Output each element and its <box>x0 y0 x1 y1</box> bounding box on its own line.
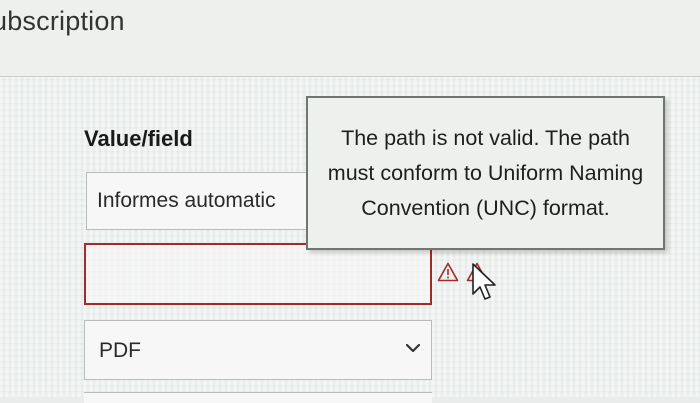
validation-tooltip: The path is not valid. The path must con… <box>306 96 665 250</box>
chevron-down-icon[interactable] <box>405 341 421 359</box>
report-name-input-value: Informes automatic <box>97 189 276 212</box>
format-select[interactable]: PDF <box>84 320 432 380</box>
path-input[interactable] <box>84 243 432 305</box>
next-field[interactable] <box>84 392 432 403</box>
report-name-input[interactable]: Informes automatic <box>86 172 308 230</box>
value-field-label: Value/field <box>84 126 193 151</box>
warning-icon <box>437 262 459 287</box>
validation-tooltip-text: The path is not valid. The path must con… <box>327 125 644 220</box>
page-title: ubscription <box>0 6 125 36</box>
mouse-pointer-icon <box>470 262 500 309</box>
format-select-value: PDF <box>99 339 141 362</box>
